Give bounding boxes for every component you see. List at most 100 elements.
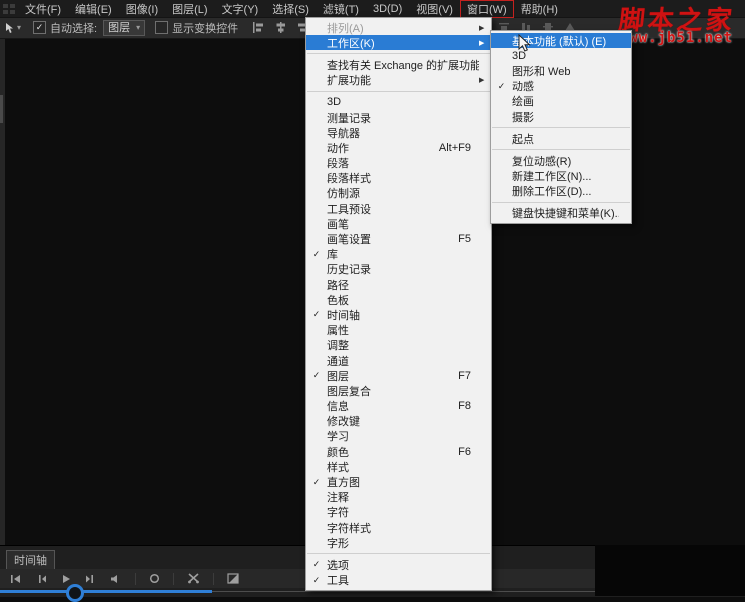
menu-item-label: 图层 bbox=[327, 368, 448, 384]
menu-item-label: 字符样式 bbox=[327, 520, 479, 536]
menu-item[interactable]: ✓库 bbox=[306, 247, 491, 262]
menu-item[interactable]: 图层复合 bbox=[306, 383, 491, 398]
menu-item[interactable]: 工作区(K)▶ bbox=[306, 35, 491, 50]
menu-item-label: 段落 bbox=[327, 155, 479, 171]
menu-item[interactable]: 信息F8 bbox=[306, 399, 491, 414]
menu-item-label: 修改键 bbox=[327, 413, 479, 429]
menu-item[interactable]: 通道 bbox=[306, 353, 491, 368]
menu-item[interactable]: ✓时间轴 bbox=[306, 307, 491, 322]
menubar-item[interactable]: 帮助(H) bbox=[514, 0, 565, 18]
menu-item[interactable]: 绘画 bbox=[491, 94, 631, 109]
menubar-item[interactable]: 选择(S) bbox=[265, 0, 316, 18]
menu-item-label: 画笔设置 bbox=[327, 231, 448, 247]
watermark-background bbox=[595, 545, 745, 596]
menu-item[interactable]: 动作Alt+F9 bbox=[306, 140, 491, 155]
menu-item[interactable]: 段落样式 bbox=[306, 171, 491, 186]
menu-item[interactable]: 键盘快捷键和菜单(K)... bbox=[491, 206, 631, 221]
menu-item[interactable]: 字符 bbox=[306, 505, 491, 520]
menu-item[interactable]: 删除工作区(D)... bbox=[491, 184, 631, 199]
transition-icon[interactable] bbox=[227, 573, 239, 584]
align-horizontal-centers-icon[interactable] bbox=[274, 21, 287, 34]
menu-item[interactable]: 段落 bbox=[306, 156, 491, 171]
menubar-item[interactable]: 文字(Y) bbox=[215, 0, 266, 18]
move-tool-icon[interactable] bbox=[4, 22, 15, 34]
menubar-item[interactable]: 3D(D) bbox=[366, 2, 409, 16]
menu-item[interactable]: 颜色F6 bbox=[306, 444, 491, 459]
record-icon[interactable] bbox=[149, 573, 160, 584]
menu-item-label: 选项 bbox=[327, 557, 479, 573]
menu-item[interactable]: 3D bbox=[491, 48, 631, 63]
menu-item[interactable]: 导航器 bbox=[306, 125, 491, 140]
menu-item[interactable]: ✓动感 bbox=[491, 79, 631, 94]
checkmark-icon: ✓ bbox=[491, 81, 512, 92]
menu-item[interactable]: ✓工具 bbox=[306, 573, 491, 588]
audio-icon[interactable] bbox=[110, 574, 122, 584]
menu-item-label: 图层复合 bbox=[327, 383, 479, 399]
menu-item[interactable]: 字符样式 bbox=[306, 520, 491, 535]
app-icon bbox=[2, 3, 16, 15]
align-left-edges-icon[interactable] bbox=[252, 21, 265, 34]
menu-item[interactable]: 查找有关 Exchange 的扩展功能... bbox=[306, 57, 491, 72]
menu-item[interactable]: 排列(A)▶ bbox=[306, 20, 491, 35]
menu-item[interactable]: 学习 bbox=[306, 429, 491, 444]
menu-item[interactable]: 属性 bbox=[306, 323, 491, 338]
menu-item[interactable]: 图形和 Web bbox=[491, 63, 631, 78]
go-to-first-frame-icon[interactable] bbox=[10, 574, 22, 584]
menu-item[interactable]: 起点 bbox=[491, 131, 631, 146]
menubar-item[interactable]: 滤镜(T) bbox=[316, 0, 366, 18]
menu-item[interactable]: ✓图层F7 bbox=[306, 368, 491, 383]
shortcut-label: F5 bbox=[458, 233, 479, 245]
auto-select-target-dropdown[interactable]: 图层 ▾ bbox=[103, 20, 145, 36]
menu-item-label: 色板 bbox=[327, 292, 479, 308]
next-frame-icon[interactable] bbox=[85, 574, 97, 584]
menu-item[interactable]: 3D bbox=[306, 95, 491, 110]
menu-divider bbox=[307, 553, 490, 554]
menu-item-label: 查找有关 Exchange 的扩展功能... bbox=[327, 57, 479, 73]
previous-frame-icon[interactable] bbox=[35, 574, 47, 584]
menubar-item[interactable]: 图层(L) bbox=[165, 0, 214, 18]
show-transform-checkbox[interactable] bbox=[155, 21, 168, 34]
menu-item-label: 动感 bbox=[512, 78, 619, 94]
menubar-item[interactable]: 窗口(W) bbox=[460, 0, 514, 18]
menu-item[interactable]: 路径 bbox=[306, 277, 491, 292]
menu-item[interactable]: 色板 bbox=[306, 292, 491, 307]
menu-item-label: 直方图 bbox=[327, 474, 479, 490]
menu-item[interactable]: 调整 bbox=[306, 338, 491, 353]
play-icon[interactable] bbox=[60, 574, 72, 584]
scrubber-knob[interactable] bbox=[66, 584, 84, 602]
menu-item[interactable]: ✓直方图 bbox=[306, 474, 491, 489]
split-icon[interactable] bbox=[187, 573, 200, 584]
menu-item-label: 扩展功能 bbox=[327, 72, 479, 88]
menu-item[interactable]: 画笔 bbox=[306, 216, 491, 231]
menu-item[interactable]: 样式 bbox=[306, 459, 491, 474]
menu-item[interactable]: 工具预设 bbox=[306, 201, 491, 216]
menu-item[interactable]: 扩展功能▶ bbox=[306, 73, 491, 88]
show-transform-label: 显示变换控件 bbox=[172, 20, 238, 36]
menu-item-label: 字符 bbox=[327, 504, 479, 520]
menu-item[interactable]: 仿制源 bbox=[306, 186, 491, 201]
menu-item-label: 图形和 Web bbox=[512, 63, 619, 79]
menu-item[interactable]: ✓选项 bbox=[306, 557, 491, 572]
menubar-item[interactable]: 编辑(E) bbox=[68, 0, 119, 18]
menu-item[interactable]: 字形 bbox=[306, 535, 491, 550]
controls-separator bbox=[173, 573, 174, 585]
menu-item[interactable]: 历史记录 bbox=[306, 262, 491, 277]
menubar-item[interactable]: 图像(I) bbox=[119, 0, 165, 18]
menubar-item[interactable]: 文件(F) bbox=[18, 0, 68, 18]
timeline-progress-bar[interactable] bbox=[0, 590, 212, 593]
auto-select-checkbox[interactable]: ✓ bbox=[33, 21, 46, 34]
menu-item[interactable]: 复位动感(R) bbox=[491, 153, 631, 168]
panel-handle[interactable] bbox=[0, 95, 3, 123]
timeline-tab[interactable]: 时间轴 bbox=[6, 550, 55, 570]
menu-item[interactable]: 注释 bbox=[306, 490, 491, 505]
menu-item[interactable]: 测量记录 bbox=[306, 110, 491, 125]
menu-item[interactable]: 摄影 bbox=[491, 109, 631, 124]
menu-item[interactable]: 新建工作区(N)... bbox=[491, 169, 631, 184]
menu-divider bbox=[492, 149, 630, 150]
tool-preset-caret-icon[interactable]: ▾ bbox=[17, 23, 21, 32]
menu-item[interactable]: 画笔设置 F5 bbox=[306, 231, 491, 246]
menu-item[interactable]: 基本功能 (默认) (E) bbox=[491, 33, 631, 48]
menubar-item[interactable]: 视图(V) bbox=[409, 0, 460, 18]
checkmark-icon: ✓ bbox=[306, 249, 327, 260]
menu-item[interactable]: 修改键 bbox=[306, 414, 491, 429]
